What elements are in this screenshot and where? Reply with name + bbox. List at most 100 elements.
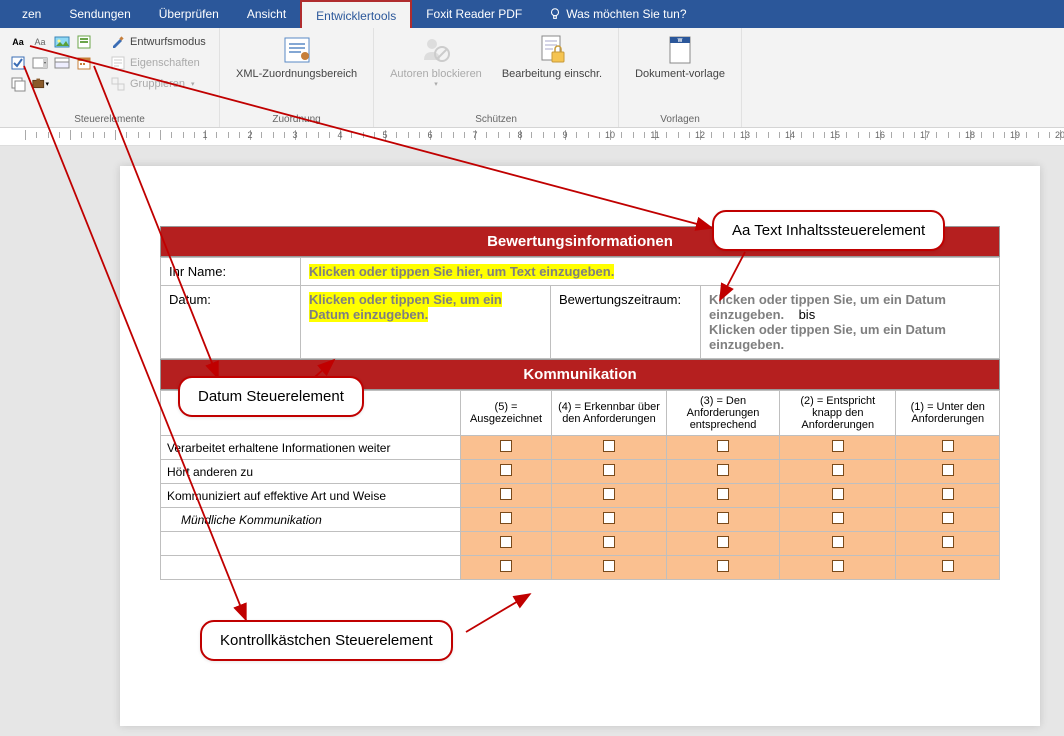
checkbox-icon: [832, 536, 844, 548]
date-picker-control-icon[interactable]: [74, 53, 94, 73]
properties-icon: [110, 55, 126, 71]
checkbox-cell[interactable]: [552, 508, 667, 532]
period-from-placeholder: Klicken oder tippen Sie, um ein Datum ei…: [709, 292, 946, 322]
block-authors-button[interactable]: Autoren blockieren▾: [382, 32, 490, 88]
checkbox-cell[interactable]: [896, 460, 1000, 484]
checkbox-cell[interactable]: [552, 484, 667, 508]
tab-ansicht[interactable]: Ansicht: [233, 0, 300, 28]
design-mode-button[interactable]: Entwurfsmodus: [106, 32, 210, 52]
period-to-placeholder: Klicken oder tippen Sie, um ein Datum ei…: [709, 322, 946, 352]
checkbox-cell[interactable]: [896, 484, 1000, 508]
checkbox-cell[interactable]: [780, 508, 896, 532]
date-label: Datum:: [161, 286, 301, 359]
name-field[interactable]: Klicken oder tippen Sie hier, um Text ei…: [301, 258, 1000, 286]
tab-foxit[interactable]: Foxit Reader PDF: [412, 0, 536, 28]
checkbox-icon: [942, 512, 954, 524]
checkbox-cell[interactable]: [666, 436, 779, 460]
checkbox-cell[interactable]: [780, 532, 896, 556]
checkbox-cell[interactable]: [552, 556, 667, 580]
checkbox-icon: [942, 488, 954, 500]
building-block-control-icon[interactable]: [74, 32, 94, 52]
checkbox-cell[interactable]: [461, 460, 552, 484]
checkbox-cell[interactable]: [666, 556, 779, 580]
group-templates: W Dokument-vorlage Vorlagen: [619, 28, 742, 127]
checkbox-cell[interactable]: [780, 484, 896, 508]
dropdown-control-icon[interactable]: [52, 53, 72, 73]
xml-mapping-icon: [281, 34, 313, 66]
communication-table: (5) = Ausgezeichnet (4) = Erkennbar über…: [160, 390, 1000, 580]
callout-date-control: Datum Steuerelement: [178, 376, 364, 417]
checkbox-cell[interactable]: [896, 556, 1000, 580]
checkbox-cell[interactable]: [666, 460, 779, 484]
checkbox-icon: [500, 488, 512, 500]
checkbox-icon: [500, 440, 512, 452]
checkbox-icon: [832, 464, 844, 476]
tab-ueberpruefen[interactable]: Überprüfen: [145, 0, 233, 28]
checkbox-cell[interactable]: [461, 484, 552, 508]
combobox-control-icon[interactable]: [30, 53, 50, 73]
group-button[interactable]: Gruppieren▾: [106, 74, 210, 94]
tell-me-label: Was möchten Sie tun?: [566, 7, 686, 21]
checkbox-cell[interactable]: [461, 436, 552, 460]
checkbox-cell[interactable]: [780, 460, 896, 484]
ribbon-tabs: zen Sendungen Überprüfen Ansicht Entwick…: [0, 0, 1064, 28]
checkbox-icon: [500, 512, 512, 524]
tab-sendungen[interactable]: Sendungen: [55, 0, 144, 28]
checkbox-cell[interactable]: [896, 508, 1000, 532]
properties-label: Eigenschaften: [130, 57, 200, 69]
row-label: [161, 532, 461, 556]
name-placeholder: Klicken oder tippen Sie hier, um Text ei…: [309, 264, 614, 279]
checkbox-icon: [942, 560, 954, 572]
row-label: [161, 556, 461, 580]
checkbox-cell[interactable]: [666, 484, 779, 508]
restrict-editing-button[interactable]: Bearbeitung einschr.: [494, 32, 610, 88]
tell-me[interactable]: Was möchten Sie tun?: [536, 7, 698, 21]
table-row: Hört anderen zu: [161, 460, 1000, 484]
checkbox-cell[interactable]: [896, 532, 1000, 556]
checkbox-cell[interactable]: [461, 556, 552, 580]
period-field[interactable]: Klicken oder tippen Sie, um ein Datum ei…: [701, 286, 1000, 359]
group-label: Gruppieren: [130, 78, 185, 90]
checkbox-icon: [603, 464, 615, 476]
xml-mapping-label: XML-Zuordnungsbereich: [236, 68, 357, 80]
checkbox-cell[interactable]: [461, 532, 552, 556]
document-template-button[interactable]: W Dokument-vorlage: [627, 32, 733, 80]
checkbox-icon: [603, 560, 615, 572]
document-template-label: Dokument-vorlage: [635, 68, 725, 80]
checkbox-control-icon[interactable]: [8, 53, 28, 73]
design-mode-icon: [110, 34, 126, 50]
group-templates-label: Vorlagen: [627, 112, 733, 125]
group-protect: Autoren blockieren▾ Bearbeitung einschr.…: [374, 28, 619, 127]
picture-control-icon[interactable]: [52, 32, 72, 52]
design-mode-label: Entwurfsmodus: [130, 36, 206, 48]
checkbox-cell[interactable]: [666, 508, 779, 532]
checkbox-icon: [603, 536, 615, 548]
checkbox-icon: [717, 512, 729, 524]
info-table: Ihr Name: Klicken oder tippen Sie hier, …: [160, 257, 1000, 359]
date-field[interactable]: Klicken oder tippen Sie, um ein Datum ei…: [301, 286, 551, 359]
row-label: Mündliche Kommunikation: [161, 508, 461, 532]
checkbox-cell[interactable]: [666, 532, 779, 556]
checkbox-icon: [942, 464, 954, 476]
rich-text-control-icon[interactable]: Aa: [8, 32, 28, 52]
checkbox-cell[interactable]: [780, 436, 896, 460]
checkbox-icon: [500, 464, 512, 476]
tab-entwicklertools[interactable]: Entwicklertools: [300, 0, 412, 28]
checkbox-cell[interactable]: [461, 508, 552, 532]
checkbox-cell[interactable]: [552, 436, 667, 460]
checkbox-cell[interactable]: [780, 556, 896, 580]
plain-text-control-icon[interactable]: Aa: [30, 32, 50, 52]
table-row: Verarbeitet erhaltene Informationen weit…: [161, 436, 1000, 460]
checkbox-icon: [832, 560, 844, 572]
checkbox-cell[interactable]: [896, 436, 1000, 460]
tab-zen[interactable]: zen: [8, 0, 55, 28]
legacy-tools-icon[interactable]: ▾: [30, 74, 50, 94]
repeating-section-control-icon[interactable]: [8, 74, 28, 94]
checkbox-icon: [603, 488, 615, 500]
xml-mapping-button[interactable]: XML-Zuordnungsbereich: [228, 32, 365, 80]
properties-button[interactable]: Eigenschaften: [106, 53, 210, 73]
ruler[interactable]: 1234567891011121314151617181920: [0, 128, 1064, 146]
checkbox-cell[interactable]: [552, 460, 667, 484]
checkbox-icon: [500, 560, 512, 572]
checkbox-cell[interactable]: [552, 532, 667, 556]
